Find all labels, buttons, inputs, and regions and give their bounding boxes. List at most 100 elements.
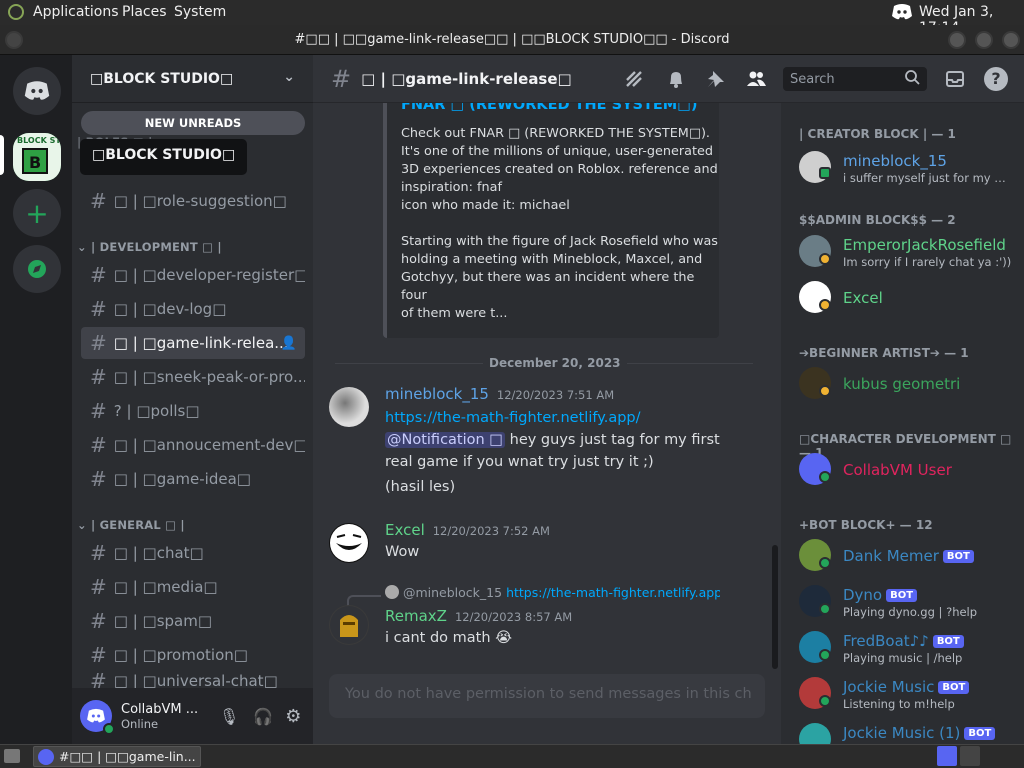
category-general[interactable]: ⌄ | GENERAL □ |: [77, 518, 185, 532]
role-category-admin: $$ADMIN BLOCK$$ — 2: [799, 213, 956, 227]
idle-status-icon: [819, 385, 831, 397]
mention[interactable]: @Notification □: [385, 432, 506, 448]
search-input[interactable]: Search: [783, 67, 927, 91]
member-item[interactable]: mineblock_15 i suffer myself just for my…: [799, 147, 1019, 191]
taskbar-discord-window[interactable]: #□□ | □□game-lin...: [33, 746, 201, 767]
bell-icon[interactable]: [665, 68, 687, 94]
message-author[interactable]: RemaxZ 12/20/2023 8:57 AM: [385, 607, 572, 625]
member-item[interactable]: Excel: [799, 277, 1019, 321]
role-category-bot: +BOT BLOCK+ — 12: [799, 518, 933, 532]
message-author[interactable]: Excel 12/20/2023 7:52 AM: [385, 521, 550, 539]
author-name: mineblock_15: [385, 385, 489, 403]
explore-servers-button[interactable]: [13, 245, 61, 293]
workspace-switcher[interactable]: [937, 746, 957, 766]
member-item[interactable]: kubus geometri: [799, 363, 1019, 407]
mobile-status-icon: [819, 167, 831, 179]
member-item[interactable]: FredBoat♪♪ BOT Playing music | /help: [799, 627, 1019, 671]
channel-developer-register[interactable]: # □ | □developer-register□: [81, 259, 305, 291]
server-block-studio[interactable]: B BLOCK STUDIO: [13, 133, 61, 181]
system-menu[interactable]: System: [174, 4, 226, 20]
member-status: Playing music | /help: [843, 651, 963, 665]
channel-label: □ | □annoucement-dev□: [113, 436, 305, 454]
pin-icon[interactable]: [705, 68, 727, 94]
discord-logo-icon: [87, 708, 105, 723]
reply-preview[interactable]: @mineblock_15 https://the-math-fighter.n…: [385, 585, 720, 600]
member-item[interactable]: CollabVM User: [799, 449, 1019, 493]
maximize-button[interactable]: [975, 31, 993, 49]
channel-label: □ | □game-link-relea...: [113, 334, 289, 352]
embed-line: 3D experiences created on Roblox. refere…: [401, 162, 718, 177]
embed-card: FNAR □ (REWORKED THE SYSTEM□) Check out …: [383, 103, 719, 338]
avatar[interactable]: [329, 523, 369, 563]
author-name: RemaxZ: [385, 607, 447, 625]
channel-role-suggestion[interactable]: # □ | □role-suggestion□: [81, 185, 305, 217]
chat-area: # □ | □game-link-release□ Search ? FNAR …: [313, 55, 1024, 744]
minimize-button[interactable]: [948, 31, 966, 49]
channel-annoucement-dev[interactable]: # □ | □annoucement-dev□: [81, 429, 305, 461]
member-item[interactable]: EmperorJackRosefield Im sorry if I rarel…: [799, 231, 1019, 275]
help-icon[interactable]: ?: [984, 67, 1008, 91]
microphone-icon[interactable]: 🎙: [219, 707, 239, 726]
bot-badge: BOT: [964, 727, 996, 740]
message-author[interactable]: mineblock_15 12/20/2023 7:51 AM: [385, 385, 614, 403]
mate-logo-icon[interactable]: [7, 3, 25, 25]
places-menu[interactable]: Places: [122, 4, 167, 20]
message[interactable]: Excel 12/20/2023 7:52 AM Wow: [329, 521, 769, 571]
message[interactable]: @mineblock_15 https://the-math-fighter.n…: [329, 585, 769, 655]
members-list-icon[interactable]: [745, 68, 767, 94]
author-name: Excel: [385, 521, 425, 539]
channel-dev-log[interactable]: # □ | □dev-log□: [81, 293, 305, 325]
channel-promotion[interactable]: # □ | □promotion□: [81, 639, 305, 671]
member-item[interactable]: Jockie Music BOT Listening to m!help: [799, 673, 1019, 717]
avatar[interactable]: [329, 605, 369, 645]
direct-messages-button[interactable]: [13, 67, 61, 115]
settings-gear-icon[interactable]: ⚙: [285, 706, 301, 727]
window-title-bar[interactable]: #□□ | □□game-link-release□□ | □□BLOCK ST…: [0, 25, 1024, 55]
message[interactable]: mineblock_15 12/20/2023 7:51 AM https://t…: [329, 385, 769, 500]
chevron-down-icon[interactable]: ⌄: [283, 69, 295, 85]
server-header[interactable]: □BLOCK STUDIO□ ⌄: [72, 55, 313, 103]
channel-chat[interactable]: # □ | □chat□: [81, 537, 305, 569]
invite-icon[interactable]: 👤: [281, 336, 297, 351]
user-status: Online: [121, 716, 159, 731]
chevron-down-icon: ⌄: [77, 240, 92, 254]
chat-scrollbar[interactable]: [772, 545, 778, 669]
discord-tray-icon[interactable]: [891, 3, 913, 25]
avatar[interactable]: [329, 387, 369, 427]
text-channel-icon: #: [90, 541, 107, 565]
new-unreads-pill[interactable]: NEW UNREADS: [81, 111, 305, 135]
add-server-button[interactable]: +: [13, 189, 61, 237]
server-tooltip: □BLOCK STUDIO□: [80, 139, 248, 175]
close-button[interactable]: [1002, 31, 1020, 49]
channel-media[interactable]: # □ | □media□: [81, 571, 305, 603]
channel-universal-chat[interactable]: # □ | □universal-chat□: [81, 673, 305, 688]
channel-sneek-peak[interactable]: # □ | □sneek-peak-or-pro...: [81, 361, 305, 393]
message-link[interactable]: https://the-math-fighter.netlify.app/: [385, 410, 641, 426]
message-input[interactable]: You do not have permission to send messa…: [329, 674, 765, 718]
channel-game-idea[interactable]: # □ | □game-idea□: [81, 463, 305, 495]
threads-icon[interactable]: [623, 68, 645, 94]
timestamp: 12/20/2023 7:52 AM: [432, 524, 550, 538]
member-item[interactable]: Jockie Music (1) BOT: [799, 719, 1019, 744]
channel-game-link-release[interactable]: # □ | □game-link-relea... 👤: [81, 327, 305, 359]
member-item[interactable]: Dyno BOT Playing dyno.gg | ?help: [799, 581, 1019, 625]
show-desktop-icon[interactable]: [4, 749, 20, 763]
embed-spacer: [401, 215, 719, 233]
inbox-icon[interactable]: [944, 68, 966, 94]
avatar[interactable]: [80, 700, 115, 735]
compass-icon: [28, 260, 46, 278]
bot-badge: BOT: [886, 589, 918, 602]
workspace-2[interactable]: [960, 746, 980, 766]
applications-menu[interactable]: Applications: [33, 4, 119, 20]
text-channel-icon: #: [90, 467, 107, 491]
channel-polls[interactable]: # ? | □polls□: [81, 395, 305, 427]
category-development[interactable]: ⌄ | DEVELOPMENT □ |: [77, 240, 222, 254]
headphones-icon[interactable]: 🎧: [253, 707, 273, 726]
channel-label: □ | □sneek-peak-or-pro...: [113, 368, 305, 386]
text-channel-icon: #: [90, 365, 107, 389]
reply-avatar: [385, 585, 399, 599]
embed-title[interactable]: FNAR □ (REWORKED THE SYSTEM□): [401, 103, 698, 113]
channel-spam[interactable]: # □ | □spam□: [81, 605, 305, 637]
text-channel-icon: #: [90, 643, 107, 667]
member-item[interactable]: Dank Memer BOT: [799, 535, 1019, 579]
